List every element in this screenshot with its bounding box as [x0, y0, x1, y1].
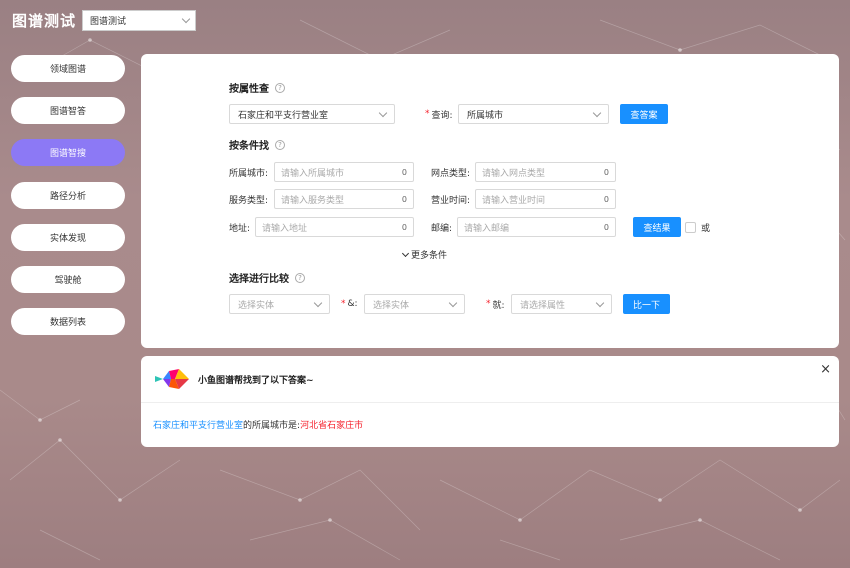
address-input[interactable]: 请输入地址 0	[255, 217, 414, 237]
outlet-type-input[interactable]: 请输入网点类型 0	[475, 162, 616, 182]
find-answer-button[interactable]: 查答案	[620, 104, 668, 124]
service-type-input[interactable]: 请输入服务类型 0	[274, 189, 414, 209]
service-type-label: 服务类型:	[229, 195, 269, 206]
graph-select[interactable]: 图谱测试	[82, 9, 197, 31]
amp-label: * &:	[341, 294, 358, 314]
amp-label-text: &:	[347, 299, 358, 309]
sidebar-item-graph-qa[interactable]: 图谱智答	[11, 97, 125, 125]
char-count: 0	[401, 194, 407, 204]
chevron-down-icon	[378, 108, 388, 117]
service-type-input-placeholder: 请输入服务类型	[281, 195, 345, 206]
compare-entity2-placeholder: 选择实体	[373, 300, 410, 311]
sidebar-item-data-list[interactable]: 数据列表	[11, 308, 125, 336]
cond-search-title-text: 按条件找	[229, 141, 269, 152]
sidebar-item-label: 实体发现	[49, 233, 86, 244]
required-mark: *	[425, 109, 430, 119]
postcode-label: 邮编:	[431, 223, 453, 234]
chevron-down-icon	[592, 108, 602, 117]
business-hours-label: 营业时间:	[431, 195, 471, 206]
fish-logo-icon	[155, 369, 189, 389]
sidebar-item-cockpit[interactable]: 驾驶舱	[11, 265, 125, 293]
compare-attr-placeholder: 请选择属性	[520, 300, 566, 311]
sidebar-item-label: 图谱智答	[49, 107, 86, 118]
attr-label-text: 就:	[492, 300, 505, 311]
help-icon[interactable]: ?	[275, 82, 285, 93]
sidebar-item-graph-search[interactable]: 图谱智搜	[11, 139, 125, 167]
char-count: 0	[603, 194, 609, 204]
cond-search-title: 按条件找 ?	[229, 137, 285, 152]
answer-panel: 小鱼图谱帮找到了以下答案~ × 石家庄和平支行营业室的所属城市是:河北省石家庄市	[141, 356, 839, 447]
attribute-select-value: 所属城市	[467, 110, 504, 121]
char-count: 0	[401, 167, 407, 177]
compare-entity1-placeholder: 选择实体	[238, 300, 275, 311]
compare-title-text: 选择进行比较	[229, 274, 289, 285]
sidebar-item-label: 领域图谱	[49, 65, 86, 75]
city-input-placeholder: 请输入所属城市	[281, 168, 345, 179]
sidebar: 领域图谱 图谱智答 图谱智搜 路径分析 实体发现 驾驶舱 数据列表	[11, 55, 125, 350]
compare-title: 选择进行比较 ?	[229, 270, 305, 285]
sidebar-item-label: 路径分析	[49, 191, 86, 202]
entity-select[interactable]: 石家庄和平支行营业室	[229, 104, 395, 124]
sidebar-item-label: 数据列表	[49, 318, 86, 329]
attribute-select[interactable]: 所属城市	[458, 104, 609, 124]
city-input[interactable]: 请输入所属城市 0	[274, 162, 414, 182]
postcode-input[interactable]: 请输入邮编 0	[457, 217, 616, 237]
required-mark: *	[341, 299, 346, 309]
search-panel: 按属性查 ? 石家庄和平支行营业室 * 查询: 所属城市 查答案 按条件找 ? …	[141, 54, 839, 348]
entity-select-value: 石家庄和平支行营业室	[238, 110, 329, 121]
answer-middle-text: 的所属城市是:	[243, 421, 301, 431]
chevron-down-icon	[181, 14, 191, 23]
outlet-type-label: 网点类型:	[431, 168, 471, 179]
sidebar-item-domain-graph[interactable]: 领域图谱	[11, 55, 125, 82]
address-input-placeholder: 请输入地址	[262, 223, 308, 234]
answer-entity-link[interactable]: 石家庄和平支行营业室	[153, 421, 243, 431]
chevron-down-icon	[595, 298, 605, 307]
graph-select-value: 图谱测试	[90, 16, 127, 27]
more-conditions-toggle[interactable]: 更多条件	[401, 248, 448, 261]
query-label: * 查询:	[425, 104, 453, 124]
compare-button[interactable]: 比一下	[623, 294, 670, 314]
app-title: 图谱测试	[12, 11, 77, 30]
postcode-input-placeholder: 请输入邮编	[464, 223, 510, 234]
sidebar-item-entity-discovery[interactable]: 实体发现	[11, 223, 125, 251]
sidebar-item-path-analysis[interactable]: 路径分析	[11, 181, 125, 209]
top-bar: 图谱测试 图谱测试	[12, 9, 197, 31]
help-icon[interactable]: ?	[295, 272, 305, 283]
business-hours-input-placeholder: 请输入营业时间	[482, 195, 546, 206]
answer-title: 小鱼图谱帮找到了以下答案~	[198, 376, 314, 386]
answer-header: 小鱼图谱帮找到了以下答案~ ×	[141, 356, 839, 403]
city-label: 所属城市:	[229, 168, 269, 179]
required-mark: *	[486, 299, 491, 309]
chevron-down-icon	[448, 298, 458, 307]
query-label-text: 查询:	[431, 110, 453, 121]
compare-entity1-select[interactable]: 选择实体	[229, 294, 330, 314]
attr-query-title: 按属性查 ?	[229, 80, 285, 95]
chevron-down-icon	[313, 298, 323, 307]
help-icon[interactable]: ?	[275, 139, 285, 150]
chevron-down-icon	[401, 249, 410, 257]
char-count: 0	[603, 222, 609, 232]
answer-text: 石家庄和平支行营业室的所属城市是:河北省石家庄市	[153, 418, 363, 431]
sidebar-item-label: 驾驶舱	[54, 275, 82, 286]
char-count: 0	[401, 222, 407, 232]
or-checkbox[interactable]	[685, 222, 696, 233]
more-conditions-label: 更多条件	[411, 251, 448, 261]
compare-attr-select[interactable]: 请选择属性	[511, 294, 612, 314]
sidebar-item-label: 图谱智搜	[49, 149, 86, 160]
outlet-type-input-placeholder: 请输入网点类型	[482, 168, 546, 179]
address-label: 地址:	[229, 223, 251, 234]
business-hours-input[interactable]: 请输入营业时间 0	[475, 189, 616, 209]
find-result-button[interactable]: 查结果	[633, 217, 681, 237]
char-count: 0	[603, 167, 609, 177]
attr-label: * 就:	[486, 294, 505, 314]
or-label: 或	[701, 223, 711, 234]
attr-query-title-text: 按属性查	[229, 84, 269, 95]
compare-entity2-select[interactable]: 选择实体	[364, 294, 465, 314]
answer-value: 河北省石家庄市	[300, 421, 364, 431]
close-icon[interactable]: ×	[820, 362, 831, 377]
